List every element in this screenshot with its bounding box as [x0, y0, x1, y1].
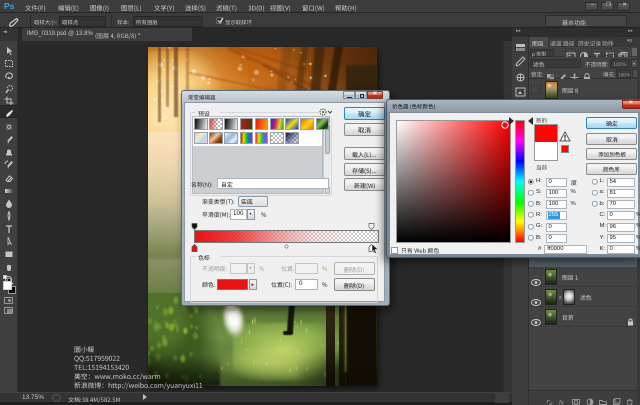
- svg-text:fx: fx: [559, 399, 565, 405]
